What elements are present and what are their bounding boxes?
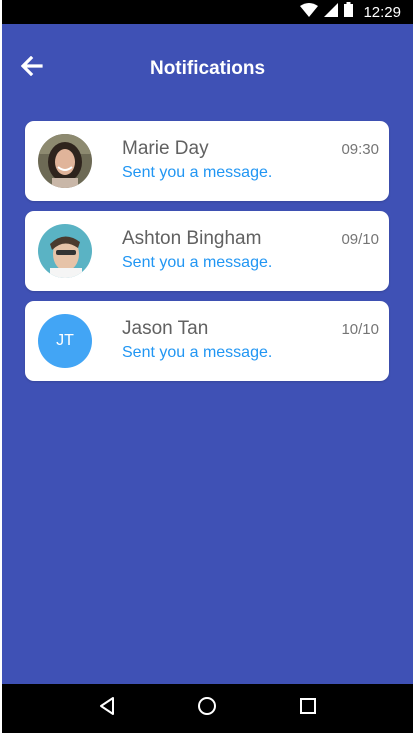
notification-item-jason-tan[interactable]: JT Jason Tan Sent you a message. 10/10 [25, 301, 389, 381]
home-circle-icon [197, 696, 217, 721]
recents-square-icon [299, 697, 317, 720]
signal-icon [324, 2, 339, 22]
sender-name: Jason Tan [122, 318, 209, 339]
battery-icon [344, 2, 354, 22]
sender-name: Marie Day [122, 138, 209, 159]
status-time: 12:29 [363, 3, 401, 21]
notification-message: Sent you a message. [122, 254, 273, 271]
status-bar: 12:29 [2, 0, 413, 24]
status-icons: 12:29 [300, 2, 401, 22]
notification-item-marie-day[interactable]: Marie Day Sent you a message. 09:30 [25, 121, 389, 201]
notification-message: Sent you a message. [122, 344, 273, 361]
app-bar: Notifications [2, 24, 413, 114]
avatar [38, 134, 92, 188]
nav-back-button[interactable] [92, 694, 122, 724]
notification-time: 09:30 [341, 141, 379, 158]
notification-message: Sent you a message. [122, 164, 273, 181]
wifi-icon [300, 2, 319, 22]
notification-time: 09/10 [341, 231, 379, 248]
avatar [38, 224, 92, 278]
notification-time: 10/10 [341, 321, 379, 338]
app-screen: 12:29 Notifications Marie Day Sent you a… [2, 0, 413, 733]
avatar: JT [38, 314, 92, 368]
nav-recents-button[interactable] [293, 694, 323, 724]
system-nav-bar [2, 684, 413, 733]
page-title: Notifications [149, 58, 266, 79]
back-triangle-icon [98, 696, 116, 721]
notification-item-ashton-bingham[interactable]: Ashton Bingham Sent you a message. 09/10 [25, 211, 389, 291]
nav-home-button[interactable] [192, 694, 222, 724]
notification-list: Marie Day Sent you a message. 09:30 Asht… [25, 121, 389, 391]
sender-name: Ashton Bingham [122, 228, 262, 249]
